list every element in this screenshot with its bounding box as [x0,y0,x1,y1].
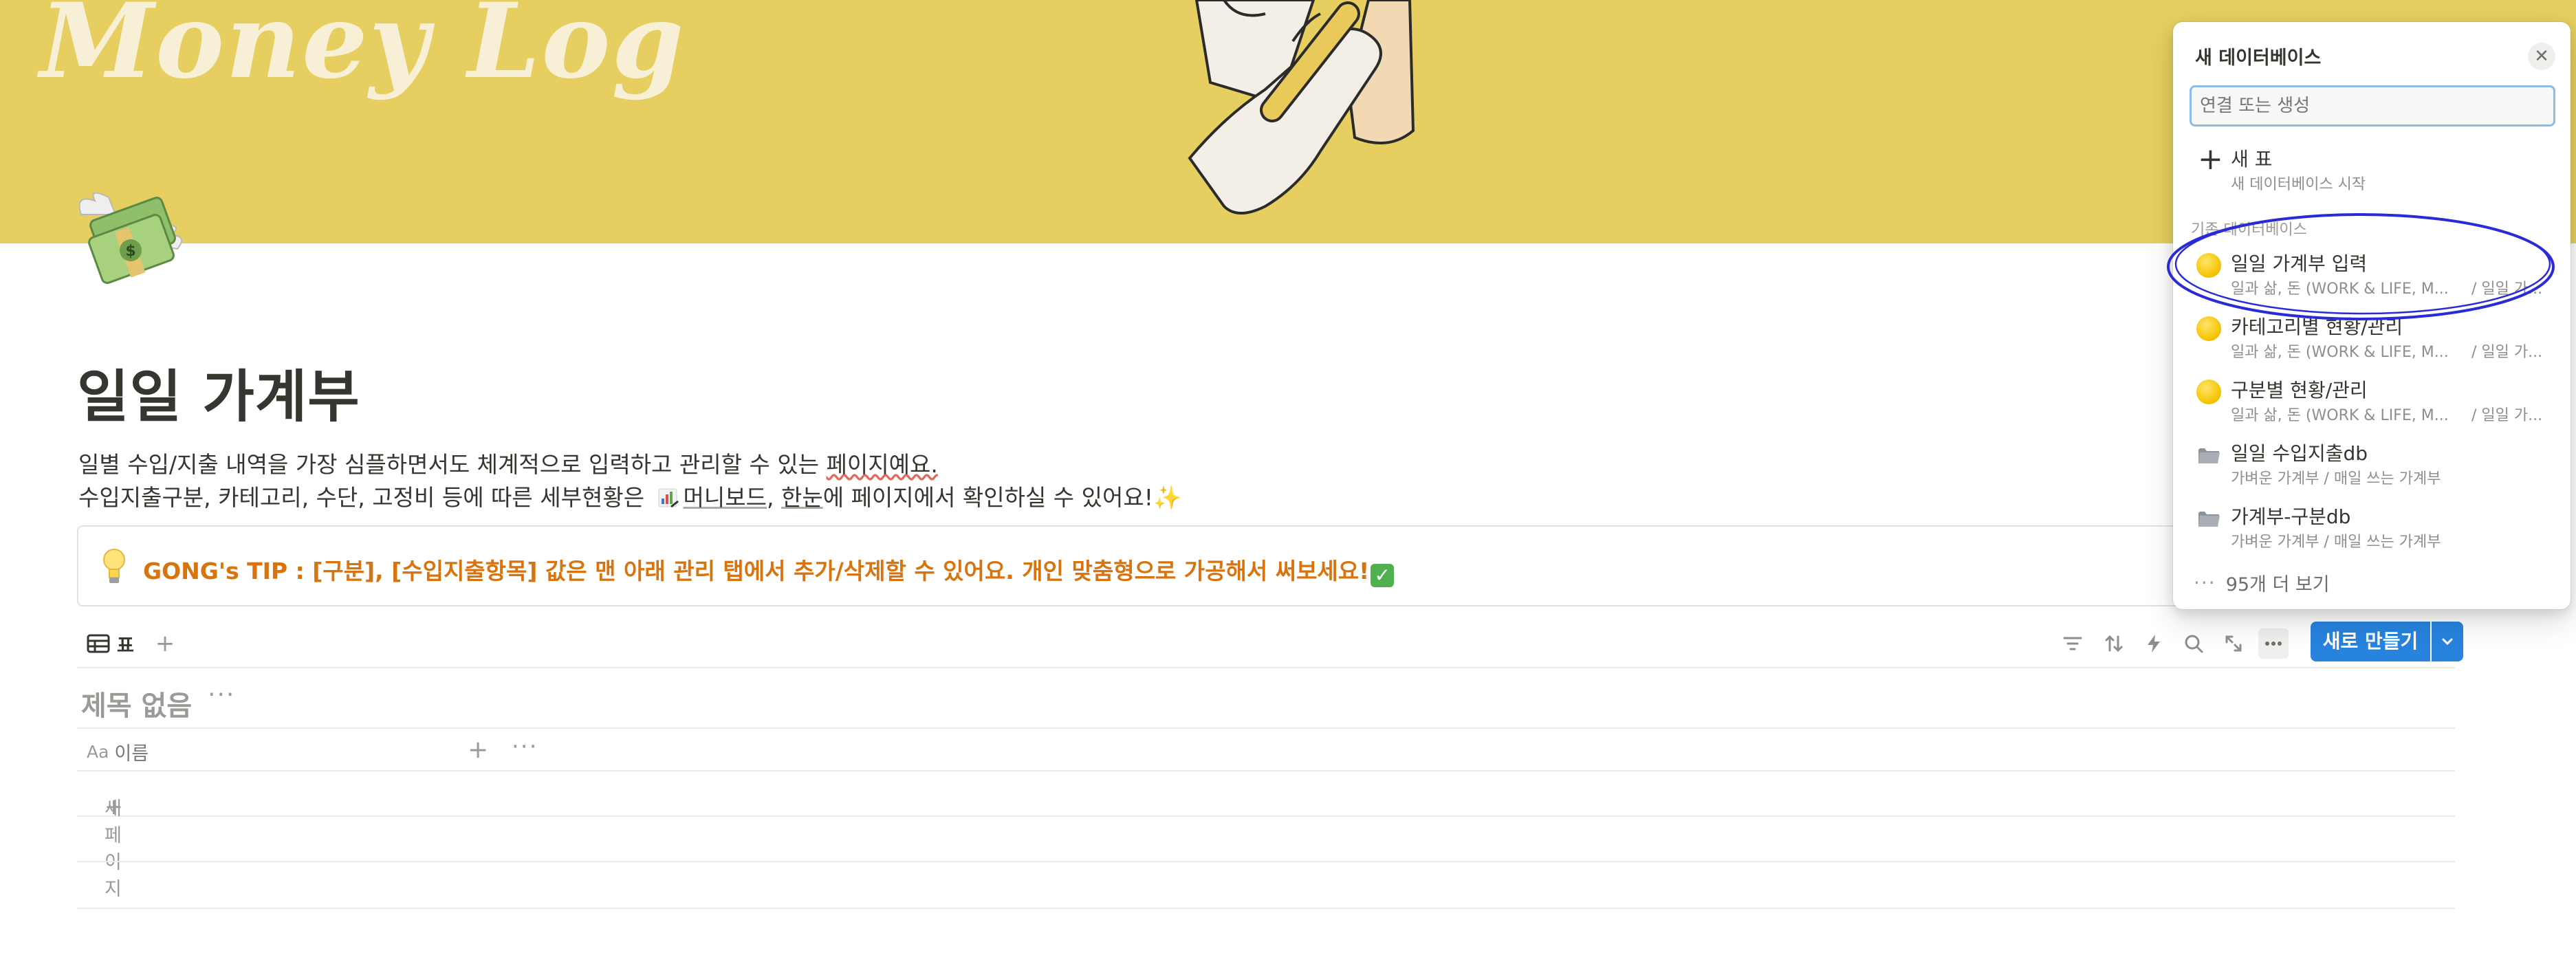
new-button[interactable]: 새로 만들기 [2311,622,2430,661]
add-property-button[interactable]: + [468,736,488,764]
database-item-location: 일과 삶, 돈 (WORK & LIFE, M... [2231,281,2449,298]
folder-icon [2198,512,2220,527]
more-icon: ··· [2194,571,2216,594]
database-item-path: / 일일 가... [2471,407,2543,424]
database-item[interactable]: 일일 가계부 입력 일과 삶, 돈 (WORK & LIFE, M... / 일… [2183,241,2561,303]
check-mark-icon: ✓ [1371,564,1395,587]
existing-databases-label: 기존 데이터베이스 [2191,221,2307,239]
database-item-location: 일과 삶, 돈 (WORK & LIFE, M... [2231,407,2449,424]
show-more-label: 95개 더 보기 [2225,574,2330,595]
description-text-spellcheck: 페이지예요. [826,451,938,478]
column-header-name[interactable]: Aa 이름 [87,738,149,765]
link-at-a-glance[interactable]: 한눈 [781,484,823,511]
database-view-bar: 표 + 새로 만들기 [77,619,2463,668]
database-item-path: / 일일 가... [2471,344,2543,361]
database-item[interactable]: 일일 수입지출db 가벼운 가계부 / 매일 쓰는 가계부 [2183,430,2561,492]
cover-title: Money Log [40,0,686,102]
bar-chart-icon [658,488,679,508]
page-description[interactable]: 일별 수입/지출 내역을 가장 심플하면서도 체계적으로 입력하고 관리할 수 … [78,448,1181,514]
database-item-location: 가벼운 가계부 / 매일 쓰는 가계부 [2231,470,2441,488]
table-icon [87,634,110,653]
database-item-name: 가계부-구분db [2231,505,2351,528]
expand-icon[interactable] [2218,628,2249,659]
tab-table-label: 표 [117,635,134,657]
show-more-button[interactable]: ··· 95개 더 보기 [2194,569,2330,596]
new-table-label: 새 표 [2231,148,2273,171]
column-more-icon[interactable]: ··· [512,733,538,760]
yellow-circle-icon [2196,253,2221,278]
table-header: Aa 이름 + ··· [77,727,2455,771]
add-view-button[interactable]: + [151,630,179,657]
light-bulb-icon [103,549,125,583]
description-separator: , [767,484,781,511]
column-name-label: 이름 [114,743,149,765]
plus-icon: + [2198,142,2223,177]
database-item-name: 카테고리별 현황/관리 [2231,316,2403,338]
text-property-icon: Aa [87,742,109,762]
description-text: 에 페이지에서 확인하실 수 있어요! [822,484,1153,511]
yellow-circle-icon [2196,316,2221,341]
search-icon[interactable] [2179,628,2209,659]
flying-money-icon[interactable]: $ [74,187,188,289]
tab-table-view[interactable]: 표 [87,627,134,660]
folder-icon [2198,448,2220,463]
description-text: 수입지출구분, 카테고리, 수단, 고정비 등에 따른 세부현황은 [78,484,652,511]
tip-callout[interactable]: GONG's TIP : [구분], [수입지출항목] 값은 맨 아래 관리 탭… [77,525,2449,606]
database-item-path: / 일일 가... [2471,281,2543,298]
hand-writing-illustration [1188,0,1415,215]
table-empty-row [77,862,2455,909]
tip-text: GONG's TIP : [구분], [수입지출항목] 값은 맨 아래 관리 탭… [143,553,1395,587]
automation-lightning-icon[interactable] [2139,628,2169,659]
new-database-popup: 새 데이터베이스 ✕ + 새 표 새 데이터베이스 시작 기존 데이터베이스 일… [2173,22,2570,609]
database-item[interactable]: 카테고리별 현황/관리 일과 삶, 돈 (WORK & LIFE, M... /… [2183,304,2561,366]
description-line-1: 일별 수입/지출 내역을 가장 심플하면서도 체계적으로 입력하고 관리할 수 … [78,448,1181,481]
description-line-2: 수입지출구분, 카테고리, 수단, 고정비 등에 따른 세부현황은 머니보드, … [78,481,1181,514]
tip-body: GONG's TIP : [구분], [수입지출항목] 값은 맨 아래 관리 탭… [143,558,1370,584]
yellow-circle-icon [2196,380,2221,404]
sparkles-icon: ✨ [1153,484,1182,511]
link-or-create-input[interactable] [2190,85,2555,127]
database-item-name: 일일 가계부 입력 [2231,252,2368,275]
page-title[interactable]: 일일 가계부 [77,351,360,432]
close-icon[interactable]: ✕ [2528,43,2555,70]
database-item-location: 일과 삶, 돈 (WORK & LIFE, M... [2231,344,2449,361]
sort-icon[interactable] [2099,628,2129,659]
new-table-sublabel: 새 데이터베이스 시작 [2231,176,2366,193]
filter-icon[interactable] [2057,628,2088,659]
new-table-option[interactable]: + 새 표 새 데이터베이스 시작 [2183,136,2561,198]
description-text: 일별 수입/지출 내역을 가장 심플하면서도 체계적으로 입력하고 관리할 수 … [78,451,827,478]
chevron-down-icon [2442,638,2453,646]
database-item-name: 구분별 현황/관리 [2231,379,2368,402]
popup-title: 새 데이터베이스 [2195,47,2322,69]
new-button-dropdown[interactable] [2432,622,2463,661]
svg-text:$: $ [125,243,135,260]
database-item-location: 가벼운 가계부 / 매일 쓰는 가계부 [2231,534,2441,551]
database-item[interactable]: 가계부-구분db 가벼운 가계부 / 매일 쓰는 가계부 [2183,494,2561,556]
link-moneyboard[interactable]: 머니보드 [684,484,767,511]
table-empty-row [77,817,2455,862]
database-item-name: 일일 수입지출db [2231,442,2368,465]
database-title[interactable]: 제목 없음 [81,683,192,723]
new-page-row[interactable]: + 새 페이지 [77,771,2455,900]
more-options-icon[interactable] [2258,628,2289,659]
database-item[interactable]: 구분별 현황/관리 일과 삶, 돈 (WORK & LIFE, M... / 일… [2183,367,2561,429]
database-title-more-icon[interactable]: ··· [208,681,235,709]
